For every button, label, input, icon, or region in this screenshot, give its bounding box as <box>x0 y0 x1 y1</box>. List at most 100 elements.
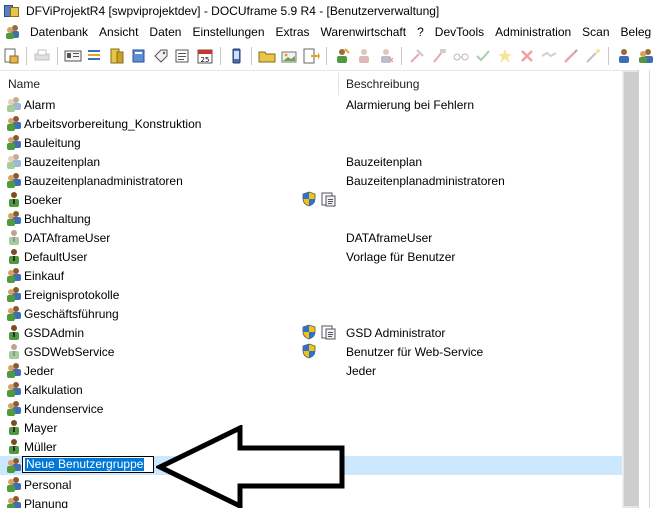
export-icon[interactable] <box>302 47 320 65</box>
menu-administration[interactable]: Administration <box>490 22 577 42</box>
item-name: Mayer <box>24 421 58 435</box>
column-header-description[interactable]: Beschreibung <box>346 77 419 91</box>
column-divider[interactable] <box>338 73 339 95</box>
item-name: Planung <box>24 497 69 508</box>
user-group-icon <box>6 457 22 473</box>
list-item[interactable]: Buchhaltung <box>0 209 622 228</box>
toolbar-separator <box>26 47 27 65</box>
tools-icon[interactable] <box>408 47 426 65</box>
list-item[interactable]: Kalkulation <box>0 380 622 399</box>
user-group-icon <box>6 476 22 492</box>
user-icon <box>6 419 22 435</box>
toolbar-separator <box>401 47 402 65</box>
item-name: Arbeitsvorbereitung_Konstruktion <box>24 117 202 131</box>
toolbar-separator <box>220 47 221 65</box>
rename-input[interactable]: Neue Benutzergruppe <box>22 456 154 473</box>
menu-help[interactable]: ? <box>412 22 430 42</box>
list-item[interactable]: Einkauf <box>0 266 622 285</box>
archive-icon[interactable] <box>108 47 126 65</box>
list-header: Name Beschreibung <box>0 71 622 95</box>
vertical-scrollbar[interactable] <box>622 70 639 508</box>
menu-scan[interactable]: Scan <box>577 22 615 42</box>
item-description: Alarmierung bei Fehlern <box>346 98 475 112</box>
scrollbar-thumb[interactable] <box>624 72 638 506</box>
image-folder-icon[interactable] <box>280 47 298 65</box>
annotation-arrow <box>156 425 345 508</box>
user-group-faded-icon <box>6 153 22 169</box>
tag-icon[interactable] <box>152 47 170 65</box>
list-item[interactable]: Boeker <box>0 190 622 209</box>
user-icon <box>6 324 22 340</box>
handshake-icon[interactable] <box>540 47 558 65</box>
list-item[interactable]: Bauzeitenplan Bauzeitenplan <box>0 152 622 171</box>
user-add-icon[interactable] <box>355 47 373 65</box>
user-group-icon <box>6 210 22 226</box>
menu-datenbank[interactable]: Datenbank <box>25 22 94 42</box>
list-item[interactable]: DATAframeUser DATAframeUser <box>0 228 622 247</box>
list-item[interactable]: Ereignisprotokolle <box>0 285 622 304</box>
glasses-icon[interactable] <box>452 47 470 65</box>
mobile-phone-icon[interactable] <box>227 47 245 65</box>
user-group-icon <box>6 172 22 188</box>
list-item[interactable]: Geschäftsführung <box>0 304 622 323</box>
menu-ansicht[interactable]: Ansicht <box>94 22 144 42</box>
user-group-icon <box>6 267 22 283</box>
column-header-name[interactable]: Name <box>8 77 40 91</box>
id-card-icon[interactable] <box>64 47 82 65</box>
list-item[interactable]: Bauzeitenplanadministratoren Bauzeitenpla… <box>0 171 622 190</box>
item-name: Boeker <box>24 193 63 207</box>
user-remove-icon[interactable] <box>377 47 395 65</box>
toolbar-separator <box>57 47 58 65</box>
user-manager-icon[interactable] <box>615 47 633 65</box>
new-document-icon[interactable] <box>2 47 20 65</box>
menu-extras[interactable]: Extras <box>271 22 316 42</box>
users-menu-icon[interactable] <box>5 24 21 40</box>
list-item[interactable]: Jeder Jeder <box>0 361 622 380</box>
user-group-icon <box>6 305 22 321</box>
calendar-icon[interactable]: 25 <box>196 47 214 65</box>
folder-icon[interactable] <box>258 47 276 65</box>
toolbar-separator <box>608 47 609 65</box>
list-item[interactable]: GSDAdmin GSD Administrator <box>0 323 622 342</box>
menu-devtools[interactable]: DevTools <box>430 22 490 42</box>
item-name: Geschäftsführung <box>24 307 119 321</box>
pen-icon[interactable] <box>562 47 580 65</box>
list-item[interactable]: DefaultUser Vorlage für Benutzer <box>0 247 622 266</box>
menu-einstellungen[interactable]: Einstellungen <box>187 22 270 42</box>
user-group-icon <box>6 362 22 378</box>
list-settings-icon[interactable] <box>86 47 104 65</box>
menu-beleg[interactable]: Beleg <box>616 22 658 42</box>
magic-wand-icon[interactable] <box>584 47 602 65</box>
item-name: Bauzeitenplan <box>24 155 101 169</box>
item-description: Bauzeitenplanadministratoren <box>346 174 505 188</box>
delete-icon[interactable] <box>518 47 536 65</box>
panel-splitter[interactable] <box>649 70 650 508</box>
list-item[interactable]: Bauleitung <box>0 133 622 152</box>
admin-shield-icon <box>302 343 316 359</box>
item-name: Jeder <box>24 364 55 378</box>
print-icon[interactable] <box>33 47 51 65</box>
menu-warenwirtschaft[interactable]: Warenwirtschaft <box>316 22 413 42</box>
star-icon[interactable] <box>496 47 514 65</box>
item-name: Personal <box>24 478 72 492</box>
item-name: DATAframeUser <box>24 231 111 245</box>
menu-daten[interactable]: Daten <box>144 22 187 42</box>
hammer-icon[interactable] <box>430 47 448 65</box>
notes-icon[interactable] <box>174 47 192 65</box>
book-icon[interactable] <box>130 47 148 65</box>
item-name: Kundenservice <box>24 402 104 416</box>
item-name: Bauleitung <box>24 136 81 150</box>
user-group-faded-icon <box>6 96 22 112</box>
users-icon[interactable] <box>637 47 655 65</box>
list-item[interactable]: GSDWebService Benutzer für Web-Service <box>0 342 622 361</box>
application-window: DFViProjektR4 [swpviprojektdev] - DOCUfr… <box>0 0 672 508</box>
user-edit-icon[interactable] <box>333 47 351 65</box>
app-icon <box>4 4 20 18</box>
document-icon <box>320 324 336 340</box>
list-item[interactable]: Alarm Alarmierung bei Fehlern <box>0 95 622 114</box>
check-icon[interactable] <box>474 47 492 65</box>
user-group-icon <box>6 495 22 508</box>
list-item[interactable]: Arbeitsvorbereitung_Konstruktion <box>0 114 622 133</box>
list-item[interactable]: Kundenservice <box>0 399 622 418</box>
item-name: Bauzeitenplanadministratoren <box>24 174 183 188</box>
